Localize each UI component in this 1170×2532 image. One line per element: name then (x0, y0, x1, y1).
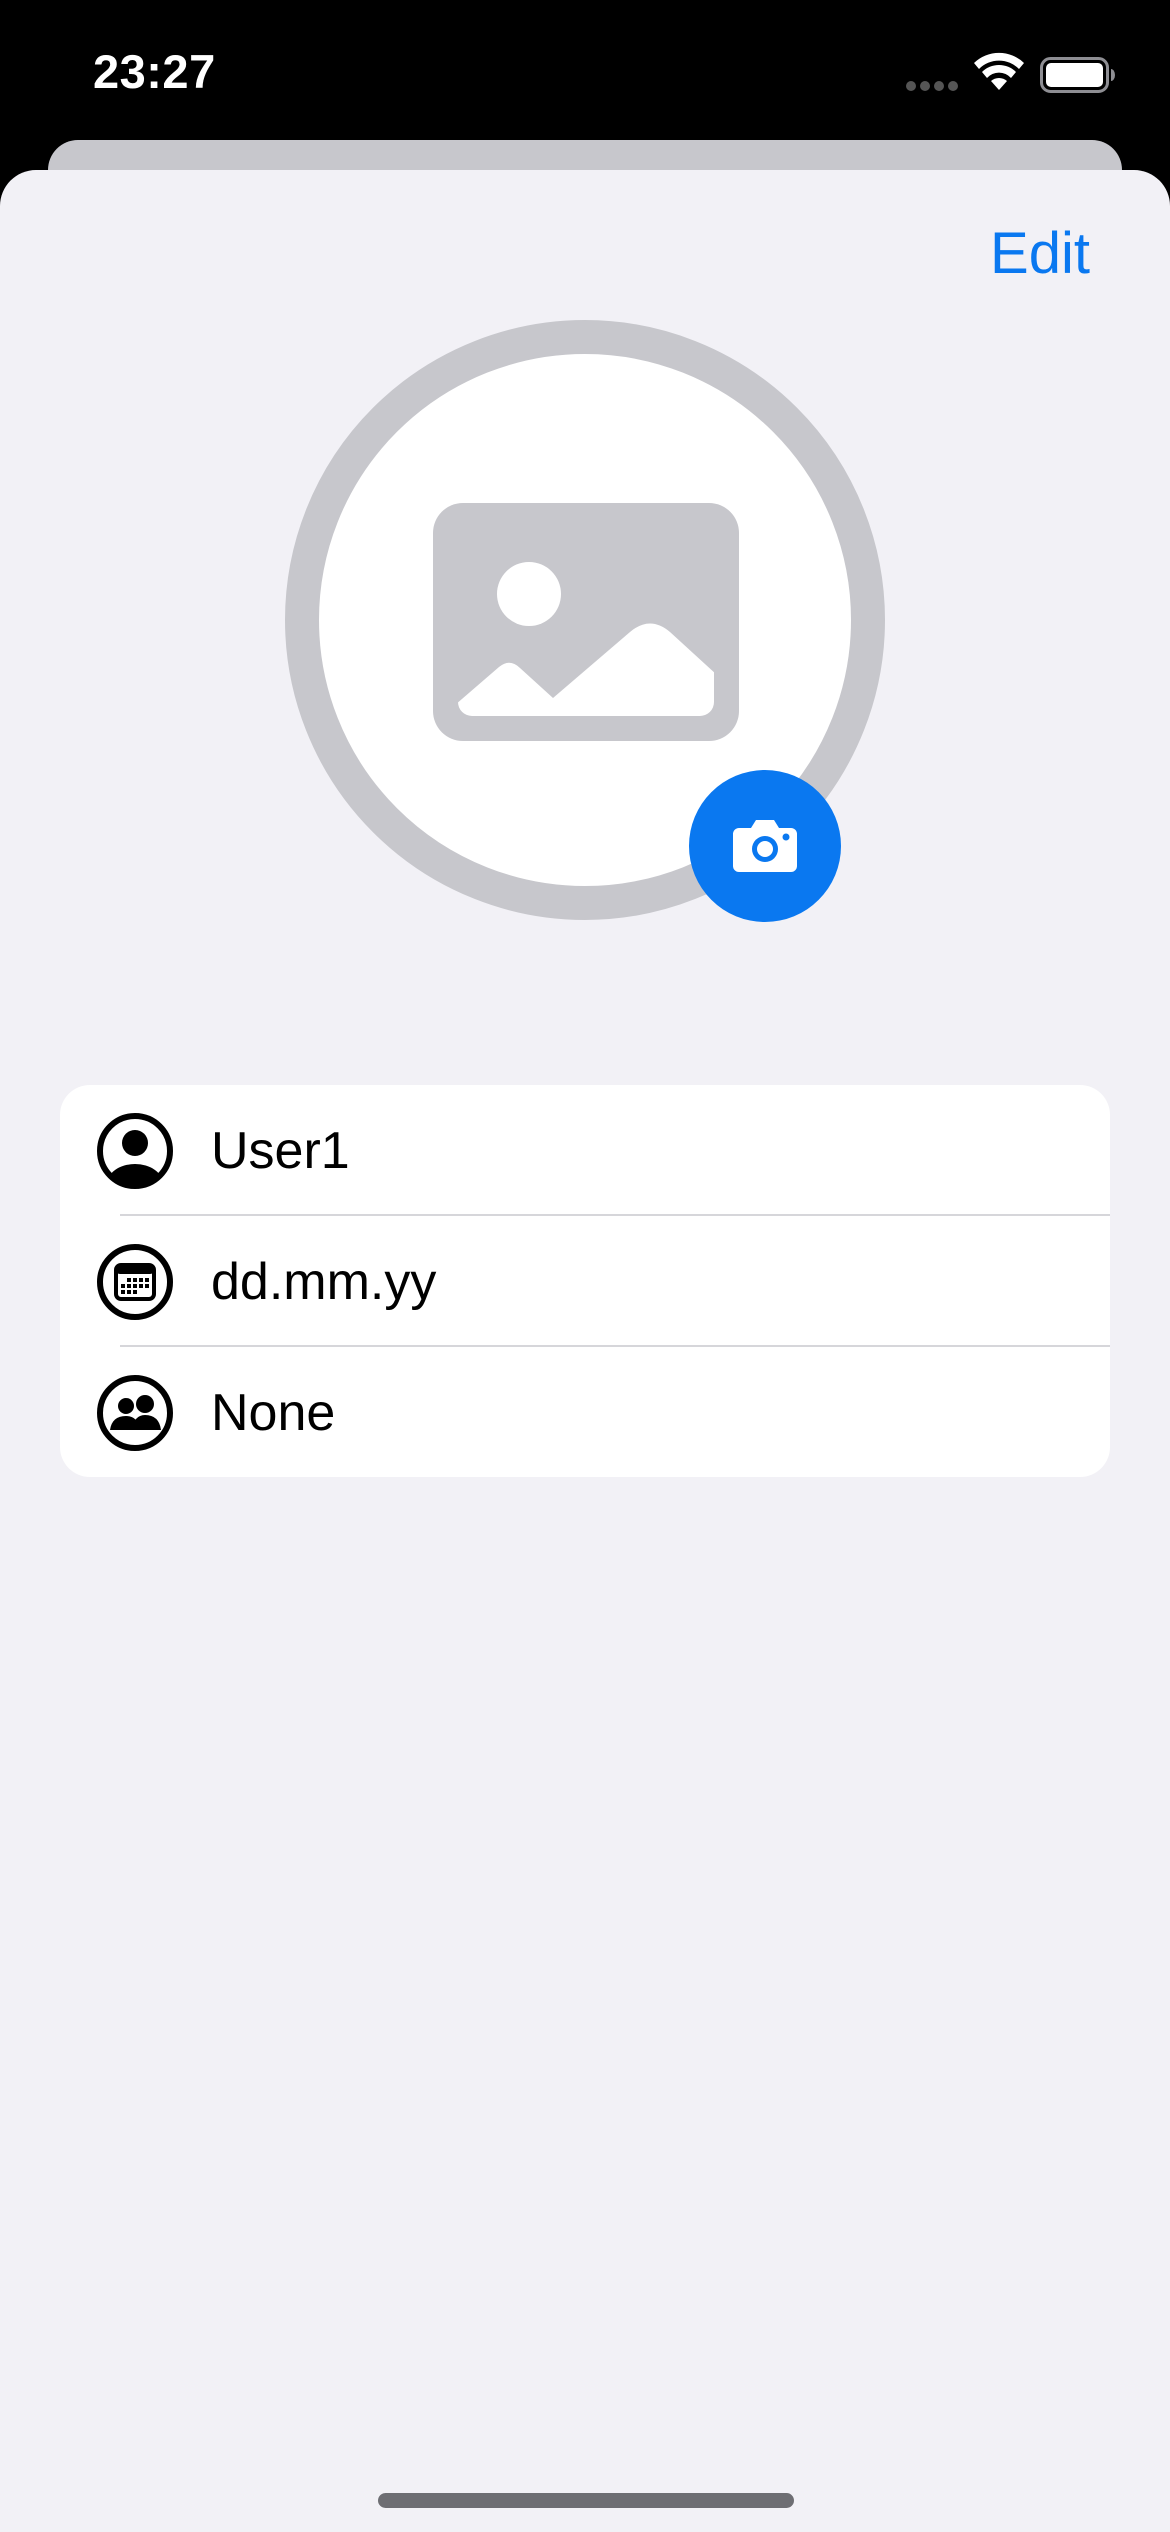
list-item-birthdate[interactable]: dd.mm.yy (60, 1216, 1110, 1346)
status-time: 23:27 (93, 45, 216, 98)
wifi-icon (974, 52, 1024, 90)
group-label: None (211, 1384, 336, 1442)
edit-button[interactable]: Edit (990, 220, 1090, 287)
profile-info-list: User1 dd.mm.yy None (60, 1085, 1110, 1477)
birthdate-label: dd.mm.yy (211, 1253, 437, 1311)
status-bar: 23:27 (0, 0, 1170, 140)
calendar-circle-icon (97, 1244, 173, 1320)
name-label: User1 (211, 1122, 350, 1180)
screen: 23:27 Edit User1 dd.mm.yy None (0, 0, 1170, 2532)
cellular-signal-icon (906, 81, 958, 91)
change-photo-button[interactable] (689, 770, 841, 922)
person-circle-icon (97, 1113, 173, 1189)
home-indicator (378, 2493, 794, 2508)
camera-icon (733, 820, 797, 872)
list-item-group[interactable]: None (60, 1347, 1110, 1477)
battery-icon (1040, 57, 1115, 93)
group-circle-icon (97, 1375, 173, 1451)
list-item-name[interactable]: User1 (60, 1085, 1110, 1215)
profile-sheet: Edit User1 dd.mm.yy None (0, 170, 1170, 2532)
